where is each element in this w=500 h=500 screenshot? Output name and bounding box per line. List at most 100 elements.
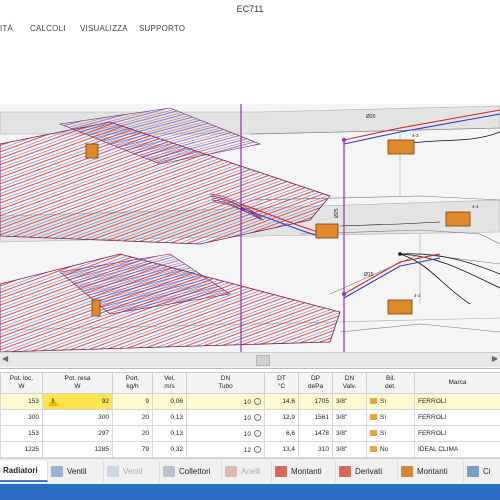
col-header-vel[interactable]: Vel. m/s — [152, 372, 187, 394]
col-header-bil[interactable]: Bil. det. — [366, 372, 415, 394]
fan-icon — [51, 466, 63, 477]
cell-marca[interactable]: FERROLI — [414, 425, 500, 442]
tab-montanti[interactable]: Montanti — [272, 461, 336, 482]
cell-dp[interactable]: 1705 — [298, 393, 333, 410]
cell-dp[interactable]: 1478 — [298, 425, 333, 442]
warning-icon: ! — [48, 397, 58, 406]
cell-dn-valv[interactable]: 3/8" — [332, 393, 367, 410]
col-header-dp[interactable]: DP dePa — [298, 372, 333, 394]
riser-icon — [275, 466, 287, 477]
circuit-icon — [467, 466, 479, 477]
search-icon[interactable] — [254, 398, 261, 405]
cell-bil[interactable]: Sì — [366, 409, 415, 426]
scrollbar-thumb[interactable] — [256, 355, 270, 366]
cell-pot-resa[interactable]: ! 92 — [42, 393, 113, 410]
tab-derivati[interactable]: Derivati — [336, 461, 398, 482]
menu-item-visualizza[interactable]: VISUALIZZA — [80, 24, 128, 33]
cell-bil[interactable]: Sì — [366, 425, 415, 442]
pipe-label-d15: Ø15 — [364, 272, 374, 278]
cell-marca[interactable]: FERROLI — [414, 409, 500, 426]
search-icon[interactable] — [254, 446, 261, 453]
cell-dn-tubo[interactable]: 10 — [186, 393, 265, 410]
cell-dt[interactable]: 13,4 — [264, 441, 299, 458]
cell-vel[interactable]: 0,13 — [152, 425, 187, 442]
cell-dn-tubo[interactable]: 10 — [186, 425, 265, 442]
radiators-table[interactable]: Pot. loc. W Pot. resa W Port. kg/h Vel. … — [0, 372, 500, 458]
tab-collettori[interactable]: Collettori — [160, 461, 222, 482]
cell-port[interactable]: 20 — [112, 425, 153, 442]
tab-ventil[interactable]: Ventil — [48, 461, 104, 482]
cell-dt[interactable]: 12,9 — [264, 409, 299, 426]
cell-port[interactable]: 79 — [112, 441, 153, 458]
col-header-port[interactable]: Port. kg/h — [112, 372, 153, 394]
floor-plan-drawing[interactable]: Ø20 Ø25 Ø15 4-3 4-4 4-3 — [0, 104, 500, 353]
table-row[interactable]: 1225 1285 79 0,32 12 13,4 310 3/8" No ID… — [0, 441, 500, 458]
cell-bil[interactable]: No — [366, 441, 415, 458]
scroll-left-icon[interactable]: ◀ — [2, 354, 8, 363]
radiator-label-3: 4-3 — [414, 293, 421, 298]
cell-dn-tubo[interactable]: 12 — [186, 441, 265, 458]
pipe-label-d20: Ø20 — [366, 114, 376, 120]
menu-item-supporto[interactable]: SUPPORTO — [139, 24, 185, 33]
col-header-pot-loc[interactable]: Pot. loc. W — [0, 372, 43, 394]
table-row[interactable]: 153 297 20 0,13 10 6,6 1478 3/8" Sì FERR… — [0, 425, 500, 442]
cell-vel[interactable]: 0,06 — [152, 393, 187, 410]
search-icon[interactable] — [254, 430, 261, 437]
montanti-tab-label: Montanti — [291, 467, 322, 476]
cell-pot-resa[interactable]: 1285 — [42, 441, 113, 458]
table-row[interactable]: 153 ! 92 9 0,06 10 14,6 1705 3/8" Sì FERR… — [0, 393, 500, 410]
col-header-dt[interactable]: DT °C — [264, 372, 299, 394]
ventil-tab-label: Ventil — [67, 467, 87, 476]
cell-dn-valv[interactable]: 3/8" — [332, 441, 367, 458]
cell-dn-valv[interactable]: 3/8" — [332, 425, 367, 442]
radiator-label-2: 4-4 — [472, 204, 479, 209]
cell-pot-loc[interactable]: 153 — [0, 393, 43, 410]
balance-icon — [370, 446, 377, 453]
horizontal-scrollbar[interactable]: ◀ ▶ — [0, 352, 500, 367]
cell-dn-valv[interactable]: 3/8" — [332, 409, 367, 426]
menu-item-ita[interactable]: ITÀ — [0, 24, 13, 33]
cell-marca[interactable]: FERROLI — [414, 393, 500, 410]
bottom-tab-bar: Radiatori Ventil Ventil Collettori Anell… — [0, 458, 500, 485]
drawing-canvas[interactable]: Ø20 Ø25 Ø15 4-3 4-4 4-3 ◀ ▶ — [0, 104, 500, 369]
cell-marca[interactable]: IDEAL CLIMA — [414, 441, 500, 458]
tab-radiatori[interactable]: Radiatori — [0, 461, 48, 482]
balance-icon — [370, 398, 377, 405]
fan-icon — [107, 466, 119, 477]
window-title: EC711 — [236, 4, 264, 14]
cell-port[interactable]: 9 — [112, 393, 153, 410]
menu-bar: ITÀ CALCOLI VISUALIZZA SUPPORTO — [0, 20, 500, 38]
cell-dt[interactable]: 6,6 — [264, 425, 299, 442]
cell-pot-resa[interactable]: 300 — [42, 409, 113, 426]
search-icon[interactable] — [254, 414, 261, 421]
tab-ventil-disabled: Ventil — [104, 461, 160, 482]
menu-item-calcoli[interactable]: CALCOLI — [30, 24, 66, 33]
cell-pot-loc[interactable]: 300 — [0, 409, 43, 426]
table-row[interactable]: 300 300 20 0,13 10 12,9 1561 3/8" Sì FER… — [0, 409, 500, 426]
tab-montanti-2[interactable]: Montanti — [398, 461, 464, 482]
cell-dp[interactable]: 1561 — [298, 409, 333, 426]
cell-dn-tubo[interactable]: 10 — [186, 409, 265, 426]
cell-port[interactable]: 20 — [112, 409, 153, 426]
col-header-pot-resa[interactable]: Pot. resa W — [42, 372, 113, 394]
col-header-marca[interactable]: Marca — [414, 372, 500, 394]
cell-pot-loc[interactable]: 153 — [0, 425, 43, 442]
cell-vel[interactable]: 0,13 — [152, 409, 187, 426]
col-header-dn-valv[interactable]: DN Valv. — [332, 372, 367, 394]
pipe-label-d25: Ø25 — [334, 208, 340, 218]
tab-circuiti[interactable]: Ci — [464, 461, 500, 482]
circuiti-tab-label: Ci — [483, 467, 491, 476]
radiatori-tab-label: Radiatori — [3, 466, 38, 475]
cell-pot-loc[interactable]: 1225 — [0, 441, 43, 458]
cell-pot-resa[interactable]: 297 — [42, 425, 113, 442]
cell-dt[interactable]: 14,6 — [264, 393, 299, 410]
cell-dp[interactable]: 310 — [298, 441, 333, 458]
cell-vel[interactable]: 0,32 — [152, 441, 187, 458]
ventil-disabled-tab-label: Ventil — [123, 467, 143, 476]
radiator-label-1: 4-3 — [412, 133, 419, 138]
cell-bil[interactable]: Sì — [366, 393, 415, 410]
col-header-dn-tubo[interactable]: DN Tubo — [186, 372, 265, 394]
anelli-tab-label: Anelli — [241, 467, 261, 476]
scroll-right-icon[interactable]: ▶ — [492, 354, 498, 363]
montanti-2-tab-label: Montanti — [417, 467, 448, 476]
